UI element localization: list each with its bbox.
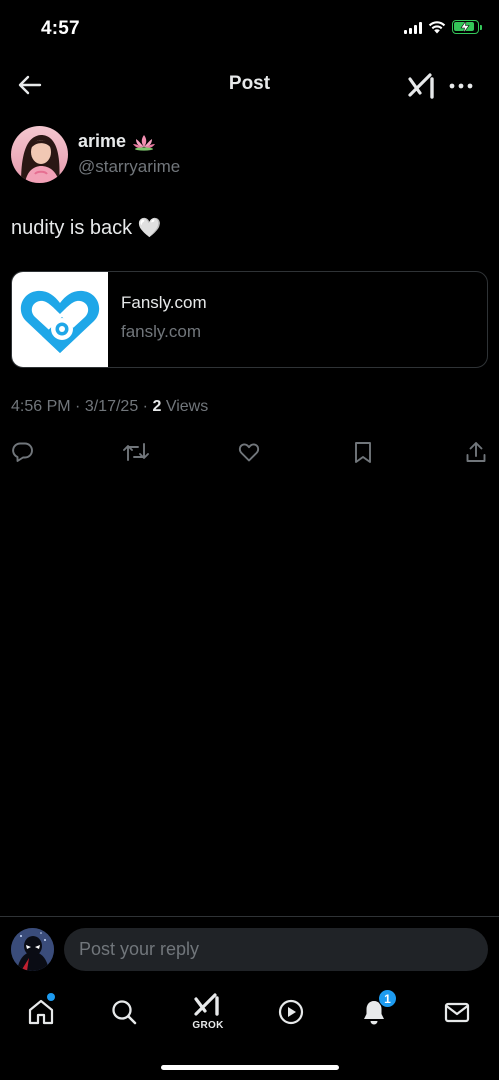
more-options-button[interactable]	[444, 70, 478, 102]
share-button[interactable]	[461, 437, 491, 467]
author-name-row: arime	[78, 131, 156, 152]
nav-video[interactable]	[269, 992, 313, 1032]
reply-button[interactable]	[8, 437, 38, 467]
current-user-avatar[interactable]	[11, 928, 54, 971]
link-preview-card[interactable]: Fansly.com fansly.com	[11, 271, 488, 368]
post-date[interactable]: 3/17/25	[85, 398, 138, 415]
home-icon	[28, 999, 54, 1025]
status-icons	[404, 20, 482, 34]
link-title: Fansly.com	[121, 293, 207, 312]
post-text: nudity is back 🤍	[11, 216, 161, 240]
repost-button[interactable]	[121, 437, 151, 467]
post-meta: 4:56 PM · 3/17/25 · 2 Views	[11, 398, 208, 416]
views-label: Views	[165, 398, 209, 415]
fansly-logo-icon	[20, 290, 100, 353]
link-domain: fansly.com	[121, 322, 201, 341]
post-actions	[0, 437, 499, 467]
mail-icon	[444, 1002, 470, 1023]
reply-input[interactable]	[64, 928, 488, 971]
nav-search[interactable]	[102, 992, 146, 1032]
like-button[interactable]	[234, 437, 264, 467]
post-text-body: nudity is back	[11, 217, 133, 239]
nav-notifications[interactable]: 1	[352, 989, 397, 1032]
lotus-icon	[133, 134, 156, 151]
battery-icon	[452, 20, 482, 34]
link-thumbnail	[12, 272, 108, 367]
white-heart-emoji: 🤍	[137, 218, 162, 239]
notifications-badge: 1	[378, 989, 397, 1008]
nav-home[interactable]	[19, 992, 63, 1032]
like-icon	[238, 443, 260, 462]
share-icon	[466, 442, 486, 462]
reply-icon	[12, 442, 33, 462]
bookmark-icon	[355, 442, 371, 463]
cellular-signal-icon	[404, 21, 422, 34]
reply-bar	[0, 916, 499, 982]
status-bar: 4:57	[0, 0, 499, 60]
author-name[interactable]: arime	[78, 131, 126, 152]
status-time: 4:57	[41, 18, 80, 39]
video-icon	[278, 999, 304, 1025]
nav-grok[interactable]: GROK	[186, 990, 230, 1031]
wifi-icon	[428, 21, 446, 34]
top-header: Post	[0, 60, 499, 110]
grok-icon	[194, 993, 219, 1016]
meta-separator: ·	[75, 398, 81, 415]
home-unread-dot	[47, 993, 55, 1001]
author-avatar[interactable]	[11, 126, 68, 183]
bookmark-button[interactable]	[348, 437, 378, 467]
grok-label: GROK	[192, 1020, 224, 1031]
bottom-navigation: GROK 1	[0, 982, 499, 1080]
grok-icon	[408, 73, 434, 99]
nav-messages[interactable]	[435, 992, 479, 1032]
views-count: 2	[152, 398, 162, 415]
more-icon	[449, 83, 473, 89]
grok-button[interactable]	[405, 70, 439, 102]
author-handle[interactable]: @starryarime	[78, 157, 180, 177]
post-author: arime @starryarime	[11, 126, 481, 186]
meta-separator: ·	[142, 398, 148, 415]
post-screen: 4:57 Post arime @starryarime nudity is b…	[0, 0, 499, 1080]
search-icon	[112, 1000, 137, 1025]
repost-icon	[123, 443, 149, 461]
post-time[interactable]: 4:56 PM	[11, 398, 71, 415]
home-indicator[interactable]	[161, 1065, 339, 1070]
